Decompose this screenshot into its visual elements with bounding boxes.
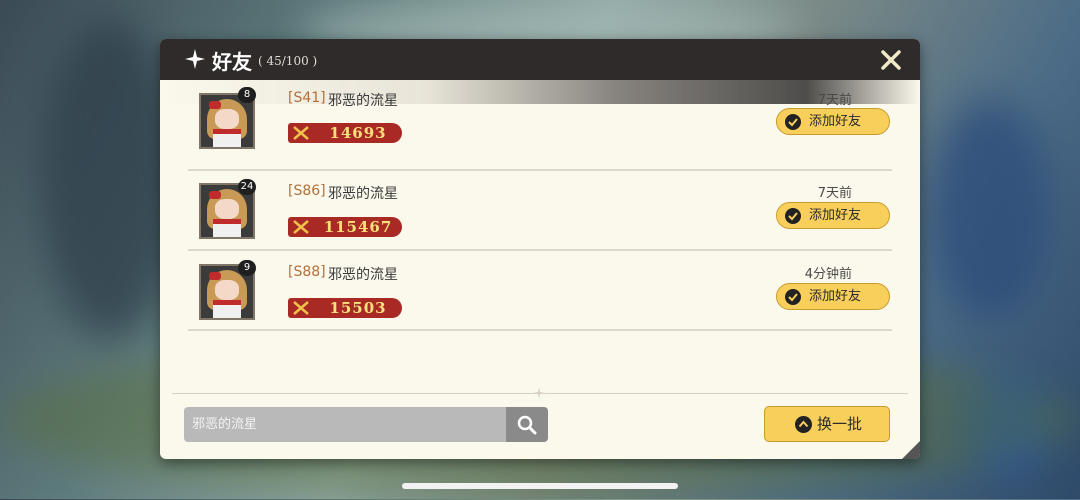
search-button[interactable] [506, 407, 548, 442]
check-icon [785, 114, 801, 130]
sword-icon [293, 220, 309, 234]
search-input[interactable] [184, 407, 506, 442]
add-friend-label: 添加好友 [809, 208, 862, 223]
power-value: 15503 [329, 299, 387, 317]
add-friend-button[interactable]: 添加好友 [776, 283, 890, 310]
close-icon[interactable] [880, 49, 902, 71]
sparkle-icon [533, 387, 545, 399]
panel-header: 好友 ( 45/100 ) [160, 39, 920, 80]
server-tag: [S41] [288, 90, 326, 106]
player-name: 邪恶的流星 [328, 267, 398, 283]
last-online: 7天前 [817, 93, 852, 108]
list-item: 9 [S88] 邪恶的流星 15503 4分钟前 添加好友 [188, 251, 892, 331]
refresh-button[interactable]: 换一批 [764, 406, 890, 442]
check-icon [785, 289, 801, 305]
home-indicator[interactable] [402, 483, 678, 489]
panel-title: 好友 [212, 50, 252, 74]
power-badge: 15503 [288, 298, 402, 318]
sword-icon [293, 301, 309, 315]
refresh-label: 换一批 [817, 415, 863, 433]
add-friend-button[interactable]: 添加好友 [776, 108, 890, 135]
power-value: 115467 [323, 218, 393, 236]
server-tag: [S88] [288, 264, 326, 280]
add-friend-label: 添加好友 [809, 289, 862, 304]
last-online: 4分钟前 [804, 267, 852, 282]
player-name: 邪恶的流星 [328, 93, 398, 109]
list-item: 8 [S41] 邪恶的流星 14693 7天前 添加好友 [188, 87, 892, 171]
sword-icon [293, 126, 309, 140]
friend-list: 8 [S41] 邪恶的流星 14693 7天前 添加好友 24 [S86] 邪恶… [188, 87, 892, 331]
server-tag: [S86] [288, 183, 326, 199]
level-badge: 24 [238, 179, 256, 195]
refresh-icon [795, 416, 812, 433]
level-badge: 8 [238, 87, 256, 103]
player-name: 邪恶的流星 [328, 186, 398, 202]
search-bar [184, 407, 548, 442]
power-value: 14693 [329, 124, 387, 142]
add-friend-button[interactable]: 添加好友 [776, 202, 890, 229]
check-icon [785, 208, 801, 224]
power-badge: 14693 [288, 123, 402, 143]
friend-count: ( 45/100 ) [258, 54, 318, 68]
add-friend-label: 添加好友 [809, 114, 862, 129]
level-badge: 9 [238, 260, 256, 276]
search-icon [517, 415, 537, 435]
star-icon [185, 49, 205, 69]
list-item: 24 [S86] 邪恶的流星 115467 7天前 添加好友 [188, 171, 892, 251]
friends-panel: 好友 ( 45/100 ) 8 [S41] 邪恶的流星 14693 7天前 添加… [160, 39, 920, 459]
last-online: 7天前 [817, 186, 852, 201]
power-badge: 115467 [288, 217, 402, 237]
